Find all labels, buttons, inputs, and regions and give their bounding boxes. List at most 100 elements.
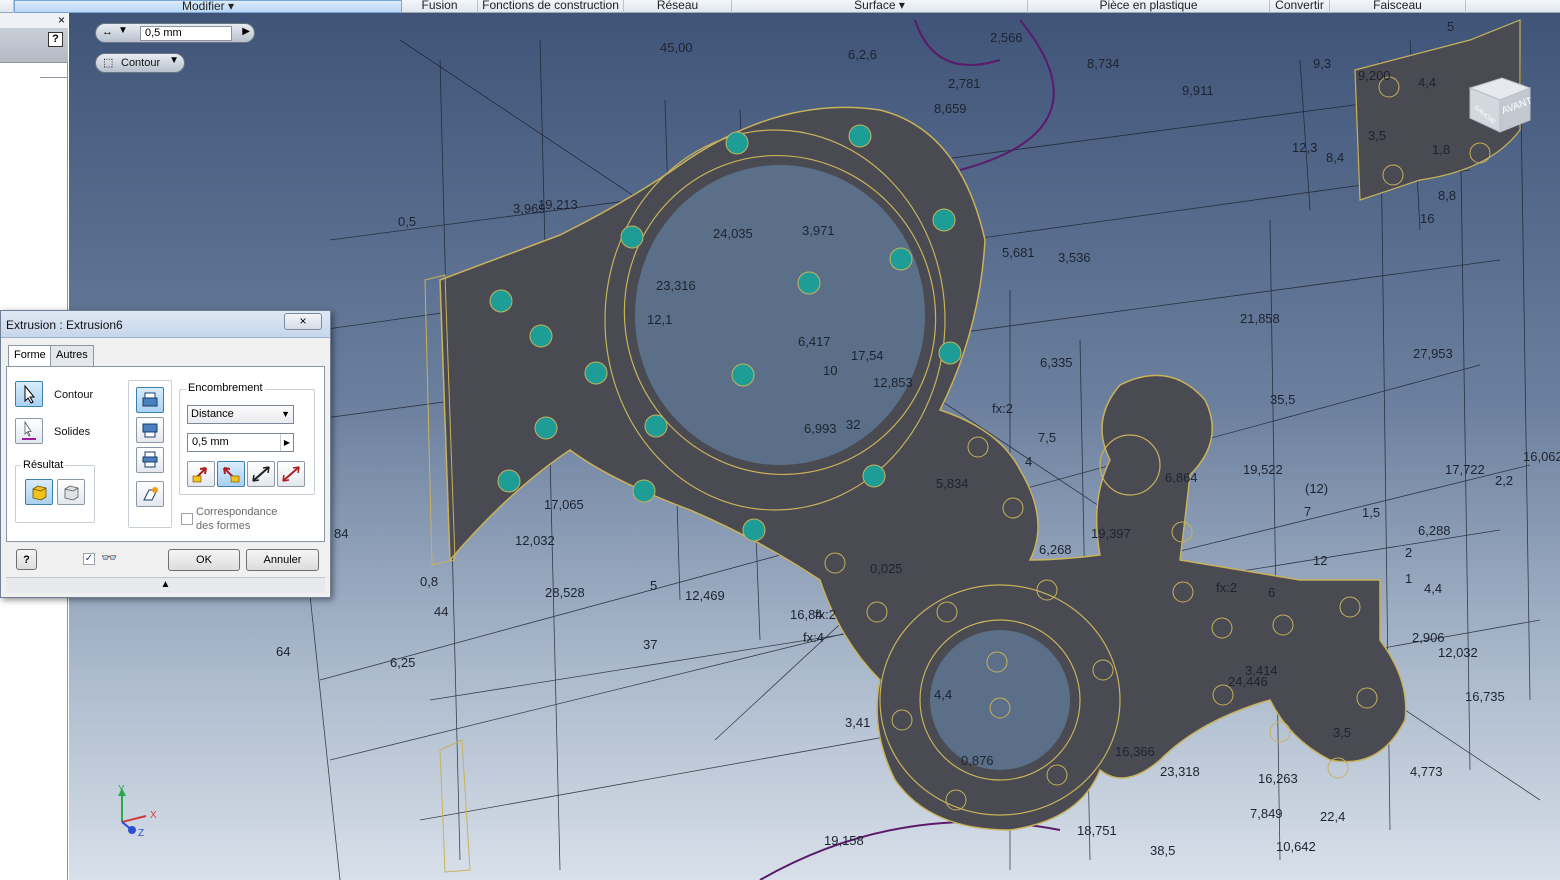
tab-forme[interactable]: Forme — [8, 345, 52, 367]
dimension-label[interactable]: 23,316 — [656, 278, 696, 293]
dimension-label[interactable]: 84 — [334, 526, 348, 541]
dimension-label[interactable]: 8,734 — [1087, 56, 1120, 71]
profile-select-icon[interactable]: ⬚ — [103, 56, 113, 69]
dimension-label[interactable]: fx:2 — [1216, 580, 1237, 595]
dimension-label[interactable]: 6,25 — [390, 655, 415, 670]
direction-1-button[interactable] — [187, 461, 215, 487]
dimension-label[interactable]: 12,853 — [873, 375, 913, 390]
dimension-label[interactable]: 17,54 — [851, 348, 884, 363]
dimension-label[interactable]: 12,032 — [1438, 645, 1478, 660]
dialog-expand-toggle[interactable]: ▲ — [6, 577, 325, 593]
dimension-label[interactable]: 6,864 — [1165, 470, 1198, 485]
dimension-label[interactable]: 28,528 — [545, 585, 585, 600]
dimension-label[interactable]: 16,263 — [1258, 771, 1298, 786]
dimension-label[interactable]: 32 — [846, 417, 860, 432]
extent-dropdown-icon[interactable]: ▼ — [118, 25, 128, 36]
solids-select-button[interactable] — [15, 418, 43, 444]
direction-asymmetric-button[interactable] — [136, 481, 164, 507]
dimension-label[interactable]: 4,4 — [934, 687, 952, 702]
dimension-label[interactable]: 5 — [1447, 19, 1454, 34]
match-shape-checkbox[interactable] — [181, 513, 193, 525]
result-surface-button[interactable] — [57, 479, 85, 505]
dimension-label[interactable]: 8,8 — [1438, 188, 1456, 203]
dimension-label[interactable]: 2,566 — [990, 30, 1023, 45]
dimension-label[interactable]: 0,025 — [870, 561, 903, 576]
dimension-label[interactable]: 7,849 — [1250, 806, 1283, 821]
dialog-close-button[interactable]: × — [284, 313, 322, 330]
ribbon-tab-construction[interactable]: Fonctions de construction — [478, 0, 624, 13]
dimension-label[interactable]: 3,41 — [845, 715, 870, 730]
dimension-label[interactable]: 9,200 — [1358, 68, 1391, 83]
dimension-label[interactable]: 21,858 — [1240, 311, 1280, 326]
dimension-label[interactable]: 44 — [434, 604, 448, 619]
asymmetric-button[interactable] — [277, 461, 305, 487]
mini-distance-input[interactable]: 0,5 mm — [140, 26, 232, 41]
dimension-label[interactable]: fx:2 — [992, 401, 1013, 416]
dimension-label[interactable]: 12,3 — [1292, 140, 1317, 155]
dimension-label[interactable]: 5,681 — [1002, 245, 1035, 260]
direction-2-button[interactable] — [217, 461, 245, 487]
direction-flipped-button[interactable] — [136, 417, 164, 443]
dimension-label[interactable]: 2 — [1405, 545, 1412, 560]
dimension-label[interactable]: 23,318 — [1160, 764, 1200, 779]
dimension-label[interactable]: 7,5 — [1038, 430, 1056, 445]
ribbon-tab-modifier[interactable]: Modifier ▾ — [14, 0, 402, 13]
chevron-right-icon[interactable]: ▶ — [280, 434, 293, 451]
dimension-label[interactable]: 3,5 — [1333, 725, 1351, 740]
dimension-label[interactable]: 19,522 — [1243, 462, 1283, 477]
ribbon-tab-convertir[interactable]: Convertir — [1270, 0, 1330, 13]
profile-dropdown-icon[interactable]: ▼ — [169, 55, 179, 66]
dimension-label[interactable]: 27,953 — [1413, 346, 1453, 361]
dimension-label[interactable]: 10,642 — [1276, 839, 1316, 854]
dimension-label[interactable]: 9,911 — [1182, 83, 1214, 98]
dimension-label[interactable]: 4,4 — [1424, 581, 1442, 596]
dimension-label[interactable]: 6,335 — [1040, 355, 1073, 370]
dimension-label[interactable]: (12) — [1305, 481, 1328, 496]
dimension-label[interactable]: 12,1 — [647, 312, 672, 327]
dimension-label[interactable]: 2,2 — [1495, 473, 1513, 488]
dimension-label[interactable]: 3,536 — [1058, 250, 1091, 265]
dimension-label[interactable]: 1 — [1405, 571, 1412, 586]
dimension-label[interactable]: 6,288 — [1418, 523, 1451, 538]
dimension-label[interactable]: 16,366 — [1115, 744, 1155, 759]
distance-mini-toolbar[interactable]: ↔ ▼ 0,5 mm ▶ — [95, 23, 255, 43]
ok-button[interactable]: OK — [168, 549, 240, 571]
dimension-label[interactable]: 12 — [1313, 553, 1327, 568]
mini-apply-icon[interactable]: ▶ — [242, 26, 250, 37]
dimension-label[interactable]: 1,8 — [1432, 142, 1450, 157]
dimension-label[interactable]: 19,158 — [824, 833, 864, 848]
dimension-label[interactable]: 3,5 — [1368, 128, 1386, 143]
extents-select[interactable]: Distance ▼ — [187, 405, 294, 424]
dimension-label[interactable]: 4,4 — [1418, 75, 1436, 90]
dimension-label[interactable]: 4,773 — [1410, 764, 1443, 779]
dimension-label[interactable]: fx:2 — [815, 607, 836, 622]
dimension-label[interactable]: 12,032 — [515, 533, 555, 548]
dimension-label[interactable]: 3,971 — [802, 223, 835, 238]
dimension-label[interactable]: 4 — [1025, 454, 1032, 469]
symmetric-button[interactable] — [247, 461, 275, 487]
dimension-label[interactable]: 19,213 — [538, 197, 578, 212]
dimension-label[interactable]: 19,397 — [1091, 526, 1131, 541]
dimension-label[interactable]: 6 — [1268, 585, 1275, 600]
dimension-label[interactable]: 8,4 — [1326, 150, 1344, 165]
dialog-help-button[interactable]: ? — [16, 549, 37, 570]
ribbon-tab-surface[interactable]: Surface ▾ — [732, 0, 1028, 13]
dimension-label[interactable]: 5 — [650, 578, 657, 593]
dimension-label[interactable]: 9,3 — [1313, 56, 1331, 71]
dimension-label[interactable]: 18,751 — [1077, 823, 1117, 838]
browser-close-icon[interactable]: × — [58, 13, 65, 27]
extent-icon[interactable]: ↔ — [102, 26, 113, 38]
ribbon-tab-reseau[interactable]: Réseau — [624, 0, 732, 13]
profile-select-button[interactable] — [15, 381, 43, 407]
ribbon-tab-faisceau[interactable]: Faisceau — [1330, 0, 1466, 13]
viewcube[interactable]: AVANT GAUCHE — [1460, 70, 1536, 136]
dimension-label[interactable]: 16 — [1420, 211, 1434, 226]
ribbon-tab-piece-plastique[interactable]: Pièce en plastique — [1028, 0, 1270, 13]
dimension-label[interactable]: 7 — [1304, 504, 1311, 519]
dimension-label[interactable]: 12,469 — [685, 588, 725, 603]
ribbon-tab-fusion[interactable]: Fusion — [402, 0, 478, 13]
dimension-label[interactable]: 10 — [823, 363, 837, 378]
dimension-label[interactable]: 5,834 — [936, 476, 969, 491]
dimension-label[interactable]: 8,659 — [934, 101, 967, 116]
dimension-label[interactable]: 6,2,6 — [848, 47, 877, 62]
